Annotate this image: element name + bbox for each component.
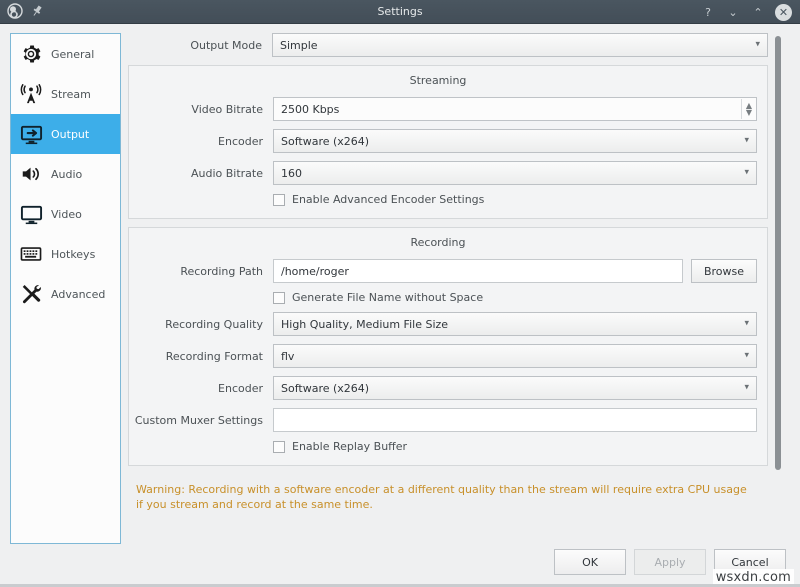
replay-buffer-row: Enable Replay Buffer: [129, 440, 757, 453]
advanced-encoder-row: Enable Advanced Encoder Settings: [129, 193, 757, 206]
chevron-down-icon: ▾: [744, 320, 749, 329]
advanced-encoder-checkbox[interactable]: [273, 194, 285, 206]
streaming-group: Streaming Video Bitrate 2500 Kbps ▲ ▼ En…: [128, 65, 768, 219]
audio-bitrate-value: 160: [281, 167, 302, 180]
no-space-checkbox[interactable]: [273, 292, 285, 304]
sidebar-item-label: Output: [51, 128, 89, 141]
recording-path-label: Recording Path: [129, 265, 273, 278]
sidebar-item-label: Audio: [51, 168, 82, 181]
content-scrollbar-thumb[interactable]: [775, 36, 781, 470]
video-bitrate-row: Video Bitrate 2500 Kbps ▲ ▼: [129, 97, 757, 121]
settings-window: Settings ? ⌄ ⌃ ✕ General: [0, 0, 800, 587]
recording-path-row: Recording Path /home/roger Browse: [129, 259, 757, 283]
recording-format-select[interactable]: flv ▾: [273, 344, 757, 368]
sidebar-item-label: Advanced: [51, 288, 105, 301]
stepper-down-icon[interactable]: ▼: [746, 110, 752, 116]
recording-path-value: /home/roger: [281, 265, 349, 278]
recording-encoder-label: Encoder: [129, 382, 273, 395]
recording-encoder-select[interactable]: Software (x264) ▾: [273, 376, 757, 400]
sidebar-item-label: General: [51, 48, 94, 61]
recording-quality-value: High Quality, Medium File Size: [281, 318, 448, 331]
recording-path-input[interactable]: /home/roger: [273, 259, 683, 283]
maximize-button[interactable]: ⌃: [750, 5, 766, 21]
sidebar-item-general[interactable]: General: [11, 34, 120, 74]
output-mode-row: Output Mode Simple ▾: [128, 33, 768, 57]
keyboard-icon: [19, 242, 43, 266]
custom-muxer-label: Custom Muxer Settings: [129, 414, 273, 427]
chevron-down-icon: ▾: [744, 137, 749, 146]
recording-format-value: flv: [281, 350, 294, 363]
sidebar-item-label: Video: [51, 208, 82, 221]
ok-button[interactable]: OK: [554, 549, 626, 575]
recording-format-label: Recording Format: [129, 350, 273, 363]
stream-encoder-label: Encoder: [129, 135, 273, 148]
audio-bitrate-row: Audio Bitrate 160 ▾: [129, 161, 757, 185]
browse-button[interactable]: Browse: [691, 259, 757, 283]
custom-muxer-input[interactable]: [273, 408, 757, 432]
warning-text: Warning: Recording with a software encod…: [128, 474, 768, 512]
stream-encoder-select[interactable]: Software (x264) ▾: [273, 129, 757, 153]
chevron-down-icon: ▾: [744, 169, 749, 178]
chevron-down-icon: ▾: [755, 41, 760, 50]
stream-encoder-row: Encoder Software (x264) ▾: [129, 129, 757, 153]
settings-sidebar: General Stream: [10, 33, 121, 544]
recording-encoder-row: Encoder Software (x264) ▾: [129, 376, 757, 400]
sidebar-item-label: Stream: [51, 88, 91, 101]
window-title: Settings: [0, 0, 800, 24]
streaming-group-title: Streaming: [129, 74, 757, 87]
minimize-button[interactable]: ⌄: [725, 5, 741, 21]
broadcast-icon: [19, 82, 43, 106]
chevron-down-icon: ▾: [744, 384, 749, 393]
sidebar-item-advanced[interactable]: Advanced: [11, 274, 120, 314]
tools-icon: [19, 282, 43, 306]
recording-group: Recording Recording Path /home/roger Bro…: [128, 227, 768, 466]
output-mode-select[interactable]: Simple ▾: [272, 33, 768, 57]
no-space-row: Generate File Name without Space: [129, 291, 757, 304]
help-button[interactable]: ?: [700, 5, 716, 21]
sidebar-item-hotkeys[interactable]: Hotkeys: [11, 234, 120, 274]
output-mode-value: Simple: [280, 39, 318, 52]
output-mode-label: Output Mode: [128, 39, 272, 52]
video-bitrate-stepper[interactable]: 2500 Kbps ▲ ▼: [273, 97, 757, 121]
settings-content: Output Mode Simple ▾ Streaming Video Bit…: [128, 33, 768, 544]
video-bitrate-label: Video Bitrate: [129, 103, 273, 116]
custom-muxer-row: Custom Muxer Settings: [129, 408, 757, 432]
sidebar-item-label: Hotkeys: [51, 248, 95, 261]
sidebar-item-stream[interactable]: Stream: [11, 74, 120, 114]
recording-quality-row: Recording Quality High Quality, Medium F…: [129, 312, 757, 336]
stepper-arrows-icon[interactable]: ▲ ▼: [741, 99, 752, 119]
speaker-icon: [19, 162, 43, 186]
sidebar-item-video[interactable]: Video: [11, 194, 120, 234]
replay-buffer-checkbox[interactable]: [273, 441, 285, 453]
audio-bitrate-select[interactable]: 160 ▾: [273, 161, 757, 185]
video-bitrate-value: 2500 Kbps: [281, 103, 339, 116]
recording-encoder-value: Software (x264): [281, 382, 369, 395]
sidebar-item-output[interactable]: Output: [11, 114, 120, 154]
chevron-down-icon: ▾: [744, 352, 749, 361]
close-button[interactable]: ✕: [775, 4, 792, 21]
recording-quality-label: Recording Quality: [129, 318, 273, 331]
output-monitor-icon: [19, 122, 43, 146]
gear-icon: [19, 42, 43, 66]
window-controls: ? ⌄ ⌃ ✕: [700, 4, 792, 21]
recording-format-row: Recording Format flv ▾: [129, 344, 757, 368]
monitor-icon: [19, 202, 43, 226]
advanced-encoder-label[interactable]: Enable Advanced Encoder Settings: [292, 193, 484, 206]
no-space-label[interactable]: Generate File Name without Space: [292, 291, 483, 304]
recording-group-title: Recording: [129, 236, 757, 249]
audio-bitrate-label: Audio Bitrate: [129, 167, 273, 180]
title-bar: Settings ? ⌄ ⌃ ✕: [0, 0, 800, 24]
apply-button: Apply: [634, 549, 706, 575]
replay-buffer-label[interactable]: Enable Replay Buffer: [292, 440, 407, 453]
stream-encoder-value: Software (x264): [281, 135, 369, 148]
sidebar-item-audio[interactable]: Audio: [11, 154, 120, 194]
recording-quality-select[interactable]: High Quality, Medium File Size ▾: [273, 312, 757, 336]
